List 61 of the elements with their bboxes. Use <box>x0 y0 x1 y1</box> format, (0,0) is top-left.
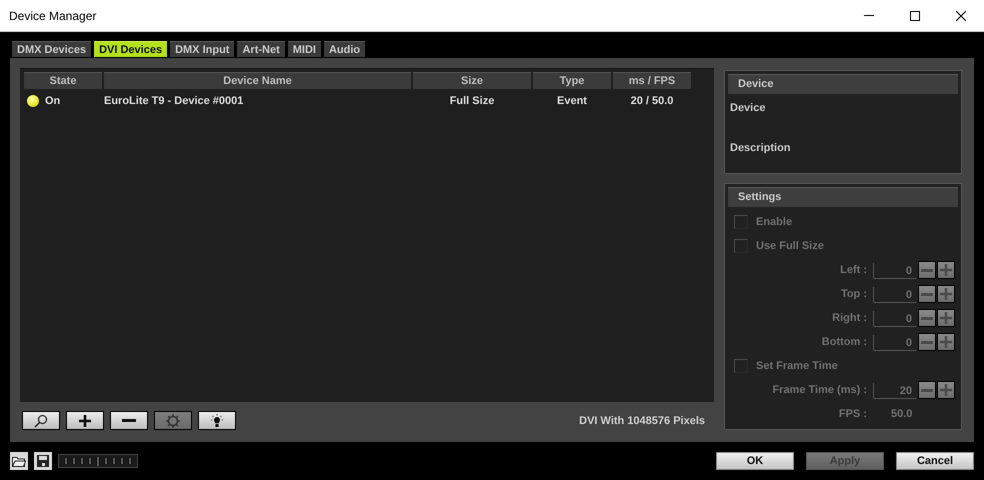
field-label: Top : <box>840 288 868 300</box>
minus-icon <box>921 316 933 320</box>
column-header[interactable]: Type <box>533 72 611 89</box>
field-label: Right : <box>831 312 868 324</box>
folder-icon <box>12 456 26 466</box>
tab[interactable]: DMX Devices <box>12 41 92 57</box>
save-icon <box>37 455 49 467</box>
checkbox-label: Enable <box>756 216 792 228</box>
table-cell-text: On <box>45 94 60 109</box>
column-header[interactable]: Size <box>413 72 531 89</box>
column-header[interactable]: State <box>24 72 102 89</box>
cancel-button[interactable]: Cancel <box>896 452 974 470</box>
plus-icon <box>940 336 952 348</box>
ok-button[interactable]: OK <box>716 452 794 470</box>
light-button[interactable] <box>198 411 236 430</box>
panel-header: Device <box>728 74 958 94</box>
minus-icon <box>921 268 933 272</box>
minus-icon <box>122 418 136 422</box>
remove-button[interactable] <box>110 411 148 430</box>
table-cell-text: 20 / 50.0 <box>630 94 674 109</box>
tab[interactable]: MIDI <box>288 41 321 57</box>
minus-icon <box>921 340 933 344</box>
fps-value: 50.0 <box>890 408 912 420</box>
field-label: Left : <box>839 264 868 276</box>
tab[interactable]: Audio <box>324 41 366 57</box>
settings-button[interactable] <box>154 411 192 430</box>
plus-icon <box>940 264 952 276</box>
tab[interactable]: Art-Net <box>237 41 285 57</box>
light-bulb-icon <box>210 414 224 428</box>
field-label: Description <box>729 142 792 156</box>
minimize-icon <box>864 15 874 16</box>
field-label: Frame Time (ms) : <box>771 384 868 396</box>
column-header[interactable]: ms / FPS <box>613 72 691 89</box>
column-header[interactable]: Device Name <box>104 72 411 89</box>
search-button[interactable] <box>22 411 60 430</box>
plus-icon <box>940 384 952 396</box>
field-label: Device <box>729 102 766 116</box>
panel-header: Settings <box>728 187 958 207</box>
table-cell-text: EuroLite T9 - Device #0001 <box>104 94 244 109</box>
status-text: DVI With 1048576 Pixels <box>579 414 706 426</box>
maximize-icon <box>910 10 920 20</box>
search-icon <box>34 414 48 428</box>
plus-icon <box>940 312 952 324</box>
table-cell-text: Event <box>556 94 588 109</box>
open-button[interactable] <box>10 452 28 470</box>
window-title: Device Manager <box>8 8 98 22</box>
checkbox-label: Set Frame Time <box>756 360 838 372</box>
plus-icon <box>940 288 952 300</box>
checkbox-label: Use Full Size <box>756 240 824 252</box>
field-label: FPS : <box>838 408 868 420</box>
gear-icon <box>166 414 180 428</box>
plus-icon <box>78 414 92 428</box>
save-button[interactable] <box>34 452 52 470</box>
minus-icon <box>921 292 933 296</box>
tab[interactable]: DVI Devices <box>94 41 168 57</box>
minus-icon <box>921 388 933 392</box>
field-label: Bottom : <box>820 336 868 348</box>
table-cell-text: Full Size <box>448 94 496 109</box>
tab[interactable]: DMX Input <box>170 41 234 57</box>
add-button[interactable] <box>66 411 104 430</box>
close-icon <box>956 10 966 20</box>
